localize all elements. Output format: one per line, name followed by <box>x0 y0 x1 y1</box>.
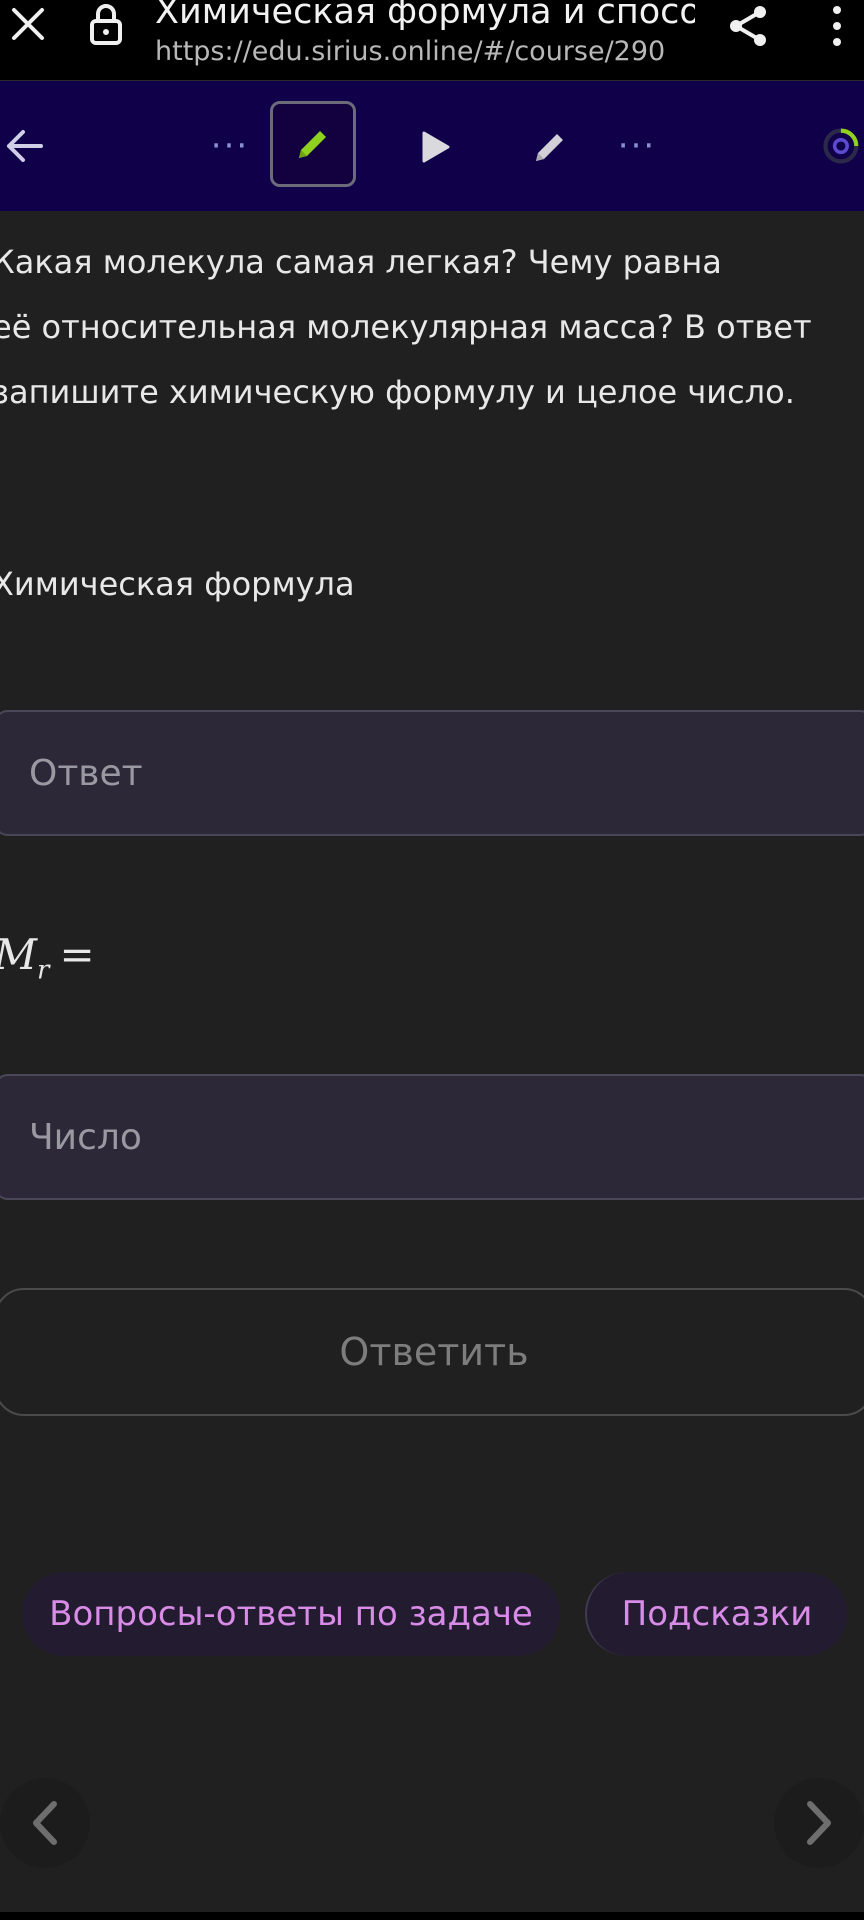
pencil-icon <box>299 131 326 158</box>
task-step-next[interactable] <box>515 117 585 177</box>
molar-mass-label: Mr = <box>0 930 95 985</box>
system-bottom-bar <box>0 1912 864 1920</box>
mass-equals: = <box>59 930 95 979</box>
mass-subscript: r <box>37 955 50 986</box>
hints-button[interactable]: Подсказки <box>585 1572 847 1656</box>
toolbar-dots-right[interactable]: ··· <box>612 121 662 171</box>
arrow-left-icon <box>7 130 43 162</box>
course-toolbar: ··· ··· <box>0 81 864 211</box>
share-icon[interactable] <box>724 2 772 50</box>
question-line: запишите химическую формулу и целое числ… <box>0 373 795 411</box>
next-task-button[interactable] <box>774 1778 864 1868</box>
task-step-current[interactable] <box>270 101 356 187</box>
progress-ring-icon[interactable] <box>822 119 864 173</box>
mass-symbol: M <box>0 930 37 979</box>
formula-answer-input[interactable]: Ответ <box>0 710 864 836</box>
toolbar-dots-left[interactable]: ··· <box>205 121 255 171</box>
formula-label: Химическая формула <box>0 565 355 603</box>
close-icon[interactable] <box>6 2 50 46</box>
submit-button[interactable]: Ответить <box>0 1288 864 1416</box>
back-button[interactable] <box>0 121 50 171</box>
prev-task-button[interactable] <box>0 1778 90 1868</box>
task-step-video[interactable] <box>400 117 470 177</box>
more-vert-icon[interactable] <box>822 2 852 50</box>
pencil-icon <box>536 134 563 161</box>
page-title: Химическая формула и способ... <box>155 0 695 32</box>
question-line: её относительная молекулярная масса? В о… <box>0 308 812 346</box>
chevron-right-icon <box>807 1801 831 1845</box>
formula-answer-placeholder: Ответ <box>29 752 143 794</box>
number-answer-placeholder: Число <box>29 1116 142 1158</box>
browser-top-bar: Химическая формула и способ... https://e… <box>0 0 864 81</box>
play-icon <box>422 131 450 163</box>
page-url[interactable]: https://edu.sirius.online/#/course/290 <box>155 36 695 67</box>
qa-button[interactable]: Вопросы-ответы по задаче <box>22 1572 560 1656</box>
task-question: Какая молекула самая легкая? Чему равна … <box>0 230 852 425</box>
question-line: Какая молекула самая легкая? Чему равна <box>0 243 722 281</box>
lock-icon <box>86 2 126 46</box>
chevron-left-icon <box>33 1801 57 1845</box>
number-answer-input[interactable]: Число <box>0 1074 864 1200</box>
